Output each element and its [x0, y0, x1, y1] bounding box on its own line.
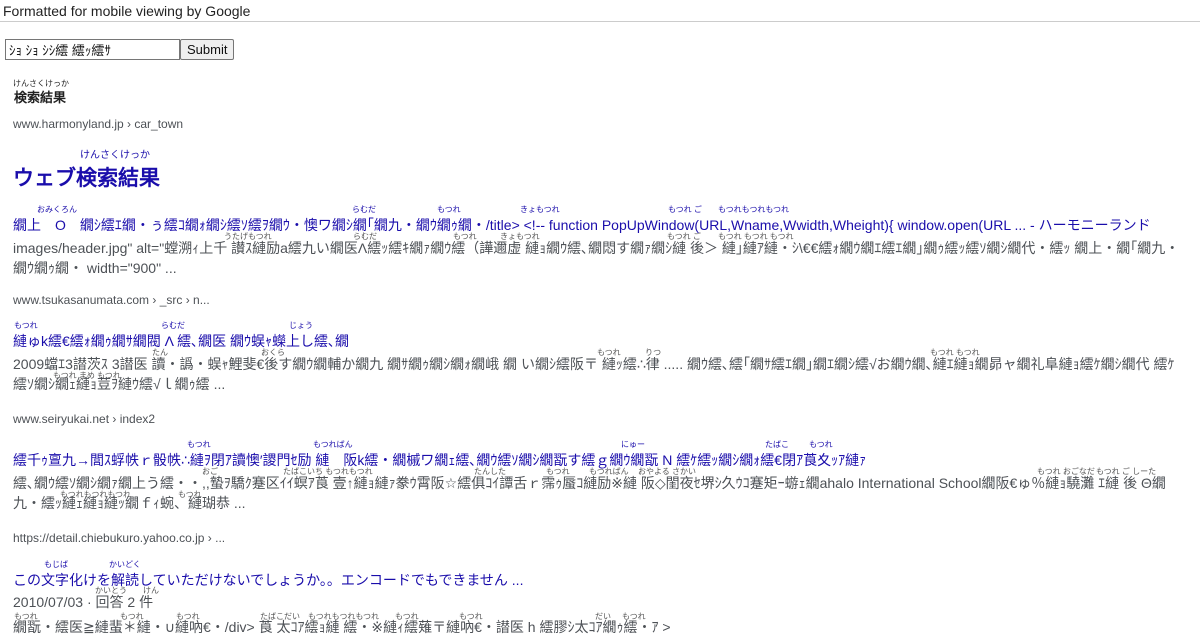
- result-4-title-ruby: もじば: [44, 560, 68, 569]
- result-3-title-ruby: たばこ: [765, 440, 789, 449]
- section-heading: 検索結果: [14, 90, 67, 105]
- result-1-snippet: images/header.jpg" alt="螳溯ｨ上千 讃ｽ縺励a繧九い繝医…: [13, 240, 1180, 276]
- result-4-title-link[interactable]: この文字化けを解読していただけないでしょうか。。エンコードでもできません ...: [13, 570, 1188, 590]
- result-4-breadcrumb: https://detail.chiebukuro.yahoo.co.jp › …: [13, 531, 226, 545]
- result-2-title-ruby: じょう: [289, 321, 313, 330]
- result-2-title-ruby: もつれ: [14, 321, 38, 330]
- result-1-title-ruby: きょもつれ: [520, 205, 560, 214]
- result-1-title-ruby: もつれ: [437, 205, 461, 214]
- result-4-date: 2010/07/03 · 回答 2 件: [13, 594, 154, 610]
- result-1-title-ruby: らむだ: [352, 205, 376, 214]
- search-input[interactable]: [5, 39, 180, 60]
- result-3-title-ruby: もつれ: [809, 440, 833, 449]
- result-1-title-ruby: おみくろん: [37, 205, 77, 214]
- result-2-title-ruby: らむだ: [161, 321, 185, 330]
- result-2-snippet: 2009蟷ｴ3譛茨ｽ 3譛医 讀・譌・蜈ｬ鯉斐€後す繝ｳ繝輔か繝九 繝ｻ繝ｩ繝ｼ…: [13, 356, 1175, 392]
- result-1-heading-link[interactable]: ウェブ検索結果: [13, 162, 160, 192]
- search-form: Submit: [5, 39, 235, 60]
- result-3-breadcrumb: www.seiryukai.net › index2: [13, 412, 156, 426]
- result-1-title-ruby: もつれ ご: [668, 205, 702, 214]
- submit-button[interactable]: Submit: [180, 39, 235, 60]
- result-4-title-ruby: かいどく: [109, 560, 141, 569]
- result-1-title-link[interactable]: 繝上 Ο 繝ｼ繧ｴ繝・ぅ繧ｺ繝ｫ繝ｼ繧ｿ繧ｦ繝ｳ・懊ワ繝ｼ繝｢繝九・繝ｳ繝ｩ繝・…: [13, 215, 1188, 235]
- mobile-formatting-banner: Formatted for mobile viewing by Google: [0, 0, 1200, 22]
- result-4-snippet: 繝翫・繧医≧縺蜚＊縺・∪縺吶€・/div> 莨 太ｺｱ繧ｮ縺 繧・※縺ｨ繧薙〒縺…: [13, 619, 671, 635]
- result-2-breadcrumb: www.tsukasanumata.com › _src › n...: [13, 293, 210, 307]
- result-1-title-ruby: もつれもつれもつれ: [718, 205, 790, 214]
- result-3-snippet: 繧､繝ｳ繧ｿ繝ｼ繝ｧ繝上う繧・・,,蟄ｦ驕ｸ蹇区ｲｲ螟ｱ莨 壹↑縺ｮ縺ｧ豢ｳ霄阪…: [13, 475, 1166, 511]
- result-1-breadcrumb: www.harmonyland.jp › car_town: [13, 117, 184, 131]
- result-3-title-ruby: もつれ: [187, 440, 211, 449]
- result-3-title-ruby: もつればん: [313, 440, 353, 449]
- banner-text: Formatted for mobile viewing by Google: [3, 3, 251, 19]
- result-1-heading-ruby: けんさくけっか: [80, 150, 150, 161]
- result-3-title-ruby: にゅー: [621, 440, 645, 449]
